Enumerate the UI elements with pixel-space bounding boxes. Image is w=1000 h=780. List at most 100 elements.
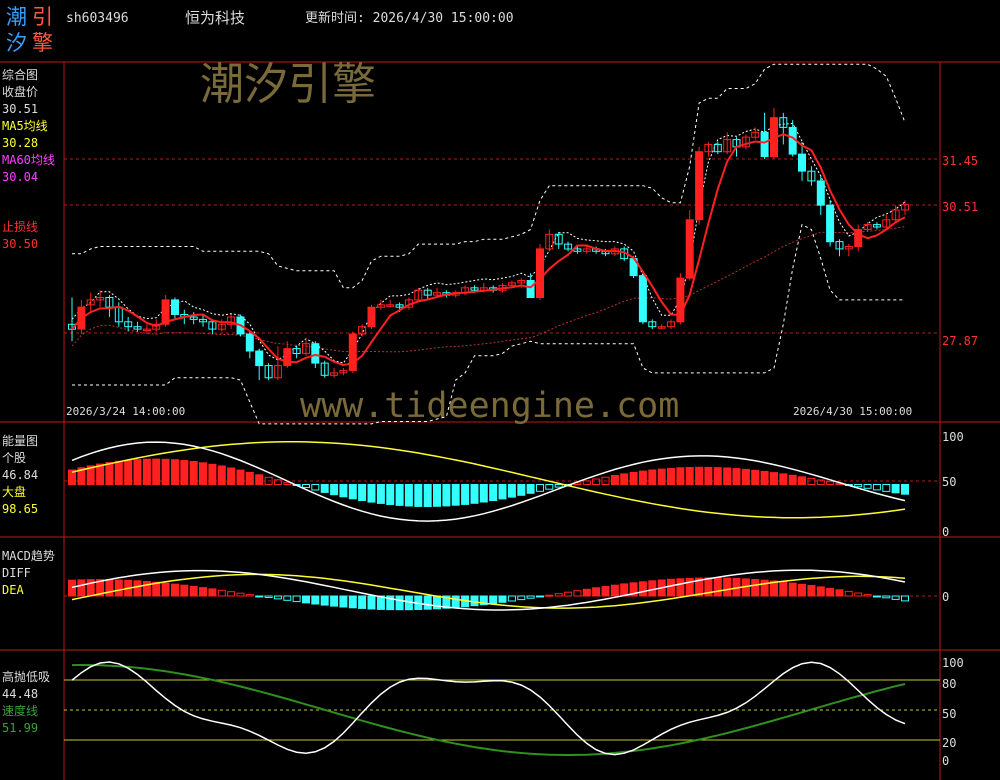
energy-bar	[311, 484, 320, 491]
url-watermark: www.tideengine.com	[300, 386, 680, 426]
energy-bar	[498, 484, 507, 500]
high-low-axis-label: 20	[942, 736, 957, 750]
macd-bar	[423, 595, 432, 610]
energy-bar	[124, 459, 133, 485]
stop-loss-label: 止损线	[2, 220, 39, 234]
macd-bar	[713, 577, 722, 597]
candle-body	[348, 333, 357, 371]
candle-body	[695, 151, 704, 221]
macd-bar	[676, 578, 685, 597]
macd-axis-label: 0	[942, 590, 950, 604]
stock-energy-value: 46.84	[2, 468, 39, 482]
candle-body	[311, 343, 320, 364]
macd-bar	[526, 595, 535, 599]
macd-bar	[451, 595, 460, 608]
channel-upper-line	[72, 63, 906, 289]
energy-bar	[770, 472, 778, 486]
energy-bar	[339, 484, 348, 498]
high-low-axis-label: 50	[942, 707, 957, 721]
macd-bar	[255, 595, 264, 598]
macd-bar	[638, 581, 647, 597]
energy-bar	[171, 459, 179, 486]
macd-bar	[891, 595, 900, 600]
candle-body	[536, 248, 544, 298]
ma5-label: MA5均线	[2, 119, 48, 133]
macd-bar	[395, 595, 404, 611]
energy-bar	[554, 484, 563, 488]
macd-bar	[320, 595, 329, 606]
candle-body	[638, 275, 647, 323]
energy-bar	[255, 474, 264, 485]
macd-bar	[545, 594, 554, 597]
macd-bar	[77, 579, 86, 597]
energy-bar	[114, 460, 123, 485]
energy-bar	[891, 484, 900, 494]
macd-bar	[68, 579, 76, 597]
macd-bar	[573, 590, 582, 597]
logo-char-2: 引	[32, 5, 53, 29]
energy-bar	[854, 484, 863, 488]
energy-panel-title: 能量图	[2, 434, 39, 448]
energy-bar	[470, 484, 479, 504]
candle-body	[798, 153, 806, 172]
energy-bar	[105, 462, 114, 486]
energy-bar	[245, 471, 254, 485]
macd-bar	[180, 584, 189, 597]
energy-bar	[788, 474, 797, 485]
market-energy-label: 大盘	[2, 485, 27, 499]
energy-bar	[741, 468, 750, 485]
energy-bar	[180, 460, 189, 485]
speed-line-value: 51.99	[2, 721, 39, 735]
macd-bar	[872, 595, 881, 598]
energy-bar	[526, 484, 535, 494]
macd-bar	[835, 589, 844, 597]
high-low-axis-label: 100	[942, 656, 964, 670]
energy-bar	[217, 465, 226, 485]
candle-body	[367, 306, 376, 328]
macd-bar	[807, 585, 816, 597]
energy-bar	[152, 458, 161, 486]
energy-bar	[376, 484, 385, 504]
macd-bar	[863, 594, 872, 597]
stock-name: 恒为科技	[185, 9, 246, 27]
macd-bar	[348, 595, 357, 609]
energy-bar	[620, 473, 629, 485]
macd-bar	[161, 582, 170, 597]
macd-bar	[779, 581, 788, 597]
logo-char-3: 汐	[6, 31, 27, 55]
macd-bar	[171, 583, 179, 597]
macd-bar	[283, 595, 292, 601]
macd-bar	[339, 595, 348, 608]
energy-bar	[798, 476, 806, 485]
ma60-label: MA60均线	[2, 153, 55, 167]
energy-bar	[517, 484, 526, 496]
macd-bar	[227, 591, 236, 597]
macd-bar	[133, 580, 142, 597]
energy-bar	[348, 484, 357, 500]
macd-bar	[208, 588, 217, 597]
macd-bar	[358, 595, 367, 609]
energy-bar	[320, 484, 329, 493]
energy-bar	[442, 484, 451, 507]
energy-bar	[302, 484, 310, 488]
macd-bar	[292, 595, 301, 603]
energy-bar	[199, 462, 207, 485]
macd-bar	[620, 583, 629, 597]
energy-bar	[610, 475, 619, 485]
end-time-label: 2026/4/30 15:00:00	[793, 405, 913, 418]
energy-bar	[451, 484, 460, 506]
macd-bar	[610, 584, 619, 597]
energy-bar	[657, 468, 666, 486]
energy-bar	[386, 484, 395, 505]
macd-bar	[507, 595, 516, 602]
macd-bar	[517, 595, 526, 601]
macd-bar	[582, 588, 591, 597]
macd-bar	[142, 581, 151, 597]
macd-bar	[302, 595, 310, 604]
diff-label: DIFF	[2, 566, 31, 580]
energy-bar	[367, 484, 376, 503]
macd-bar	[199, 587, 207, 597]
energy-bar	[404, 484, 413, 507]
candle-body	[685, 219, 694, 279]
stock-energy-label: 个股	[2, 451, 27, 465]
